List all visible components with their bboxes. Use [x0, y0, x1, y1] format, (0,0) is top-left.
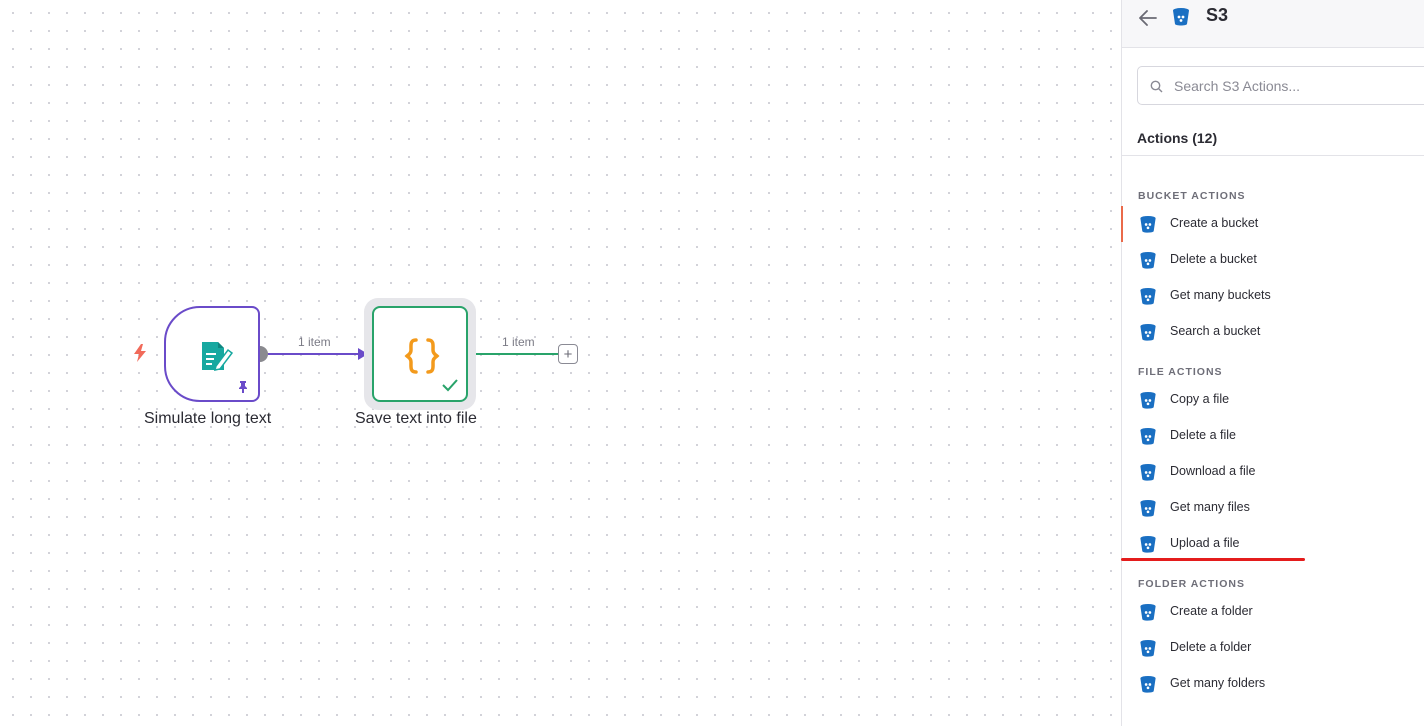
action-search-bucket[interactable]: Search a bucket: [1122, 314, 1424, 350]
s3-bucket-icon: [1140, 639, 1156, 657]
action-label: Get many buckets: [1170, 288, 1271, 302]
section-title-file-actions: FILE ACTIONS: [1138, 366, 1223, 378]
s3-bucket-icon: [1140, 535, 1156, 553]
action-delete-bucket[interactable]: Delete a bucket: [1122, 242, 1424, 278]
actions-count-heading: Actions (12): [1137, 130, 1218, 146]
node-simulate-long-text[interactable]: [164, 306, 260, 402]
section-title-bucket-actions: BUCKET ACTIONS: [1138, 190, 1246, 202]
action-copy-file[interactable]: Copy a file: [1122, 382, 1424, 418]
action-label: Create a folder: [1170, 604, 1253, 618]
action-download-file[interactable]: Download a file: [1122, 454, 1424, 490]
search-input[interactable]: [1174, 75, 1424, 97]
back-arrow-icon[interactable]: [1138, 9, 1158, 27]
edit-document-icon: [202, 342, 234, 371]
s3-bucket-icon: [1140, 323, 1156, 341]
action-delete-file[interactable]: Delete a file: [1122, 418, 1424, 454]
s3-bucket-icon: [1140, 215, 1156, 233]
action-get-many-buckets[interactable]: Get many buckets: [1122, 278, 1424, 314]
search-field[interactable]: [1137, 66, 1424, 105]
workflow-canvas[interactable]: Simulate long text Save text into file 1…: [0, 0, 1121, 726]
s3-bucket-icon: [1173, 8, 1189, 26]
action-label: Get many folders: [1170, 676, 1266, 690]
s3-bucket-icon: [1140, 251, 1156, 269]
action-create-folder[interactable]: Create a folder: [1122, 594, 1424, 630]
action-get-many-files[interactable]: Get many files: [1122, 490, 1424, 526]
s3-bucket-icon: [1140, 603, 1156, 621]
connection-item-count: 1 item: [502, 335, 535, 349]
connection-item-count: 1 item: [298, 335, 331, 349]
section-title-folder-actions: FOLDER ACTIONS: [1138, 578, 1245, 590]
action-label: Get many files: [1170, 500, 1250, 514]
s3-bucket-icon: [1140, 391, 1156, 409]
action-label: Delete a bucket: [1170, 252, 1257, 266]
s3-bucket-icon: [1140, 675, 1156, 693]
action-label: Delete a folder: [1170, 640, 1252, 654]
s3-bucket-icon: [1140, 427, 1156, 445]
pin-icon[interactable]: [236, 380, 250, 394]
action-label: Copy a file: [1170, 392, 1230, 406]
add-node-button[interactable]: +: [558, 344, 578, 364]
panel-title: S3: [1206, 5, 1229, 25]
s3-bucket-icon: [1140, 499, 1156, 517]
action-upload-file[interactable]: Upload a file: [1122, 526, 1424, 562]
action-label: Search a bucket: [1170, 324, 1261, 338]
trigger-bolt-icon: [134, 344, 146, 362]
node-save-text-into-file[interactable]: [372, 306, 468, 402]
panel-header: S3: [1122, 0, 1424, 48]
node-label: Simulate long text: [144, 410, 272, 427]
action-label: Delete a file: [1170, 428, 1237, 442]
action-delete-folder[interactable]: Delete a folder: [1122, 630, 1424, 666]
divider: [1122, 155, 1424, 156]
action-create-bucket[interactable]: Create a bucket: [1121, 206, 1424, 242]
node-actions-panel: S3 Actions (12) BUCKET ACTIONS Create a …: [1121, 0, 1424, 726]
highlight-underline: [1121, 558, 1305, 561]
s3-bucket-icon: [1140, 463, 1156, 481]
action-label: Upload a file: [1170, 536, 1240, 550]
action-label: Download a file: [1170, 464, 1256, 478]
success-check-icon: [442, 379, 458, 392]
action-get-many-folders[interactable]: Get many folders: [1122, 666, 1424, 702]
s3-bucket-icon: [1140, 287, 1156, 305]
action-label: Create a bucket: [1170, 216, 1259, 230]
node-label: Save text into file: [355, 410, 477, 427]
code-braces-icon: [404, 338, 440, 374]
search-icon: [1150, 80, 1163, 93]
